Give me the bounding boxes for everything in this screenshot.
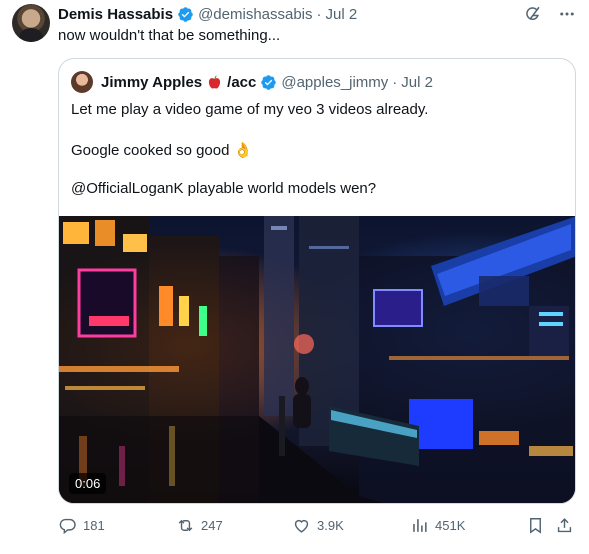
like-button[interactable]: 3.9K [292, 516, 344, 535]
views-button[interactable]: 451K [410, 516, 465, 535]
video-thumbnail [59, 216, 575, 503]
verified-icon [261, 74, 277, 90]
top-actions [523, 4, 577, 24]
tweet-header: Demis Hassabis @demishassabis · Jul 2 [58, 4, 357, 24]
video-duration: 0:06 [69, 473, 107, 494]
quote-author-handle: @apples_jimmy [281, 73, 389, 91]
grok-icon[interactable] [523, 4, 543, 24]
quote-author-name: Jimmy Apples [101, 73, 203, 91]
quote-author-avatar [71, 71, 93, 93]
tweet-text: now wouldn't that be something... [58, 27, 281, 44]
author-name[interactable]: Demis Hassabis [58, 6, 173, 23]
quote-text-line-2: Google cooked so good 👌 [71, 141, 252, 159]
views-icon [413, 519, 427, 532]
like-count: 3.9K [317, 518, 344, 533]
reply-button[interactable]: 181 [58, 516, 105, 535]
bookmark-icon [530, 518, 541, 534]
action-bar: 181 247 3.9K 451K [58, 516, 576, 538]
tweet-date[interactable]: Jul 2 [326, 6, 358, 23]
views-count: 451K [435, 518, 466, 533]
author-avatar[interactable] [12, 4, 50, 42]
bookmark-button[interactable] [526, 516, 545, 535]
separator-dot: · [392, 73, 398, 91]
tweet[interactable]: Demis Hassabis @demishassabis · Jul 2 no… [0, 0, 589, 554]
reply-count: 181 [83, 518, 105, 533]
quote-text-line-3: @OfficialLoganK playable world models we… [71, 180, 377, 197]
repost-icon [178, 519, 193, 532]
author-handle[interactable]: @demishassabis [198, 6, 312, 23]
share-icon [557, 518, 572, 533]
repost-button[interactable]: 247 [176, 516, 223, 535]
ok-hand-emoji: 👌 [233, 142, 253, 159]
quoted-tweet[interactable]: Jimmy Apples /acc @apples_jimmy · Jul 2 … [58, 58, 576, 504]
quote-text-line-1: Let me play a video game of my veo 3 vid… [71, 101, 429, 118]
quote-text-line-2-text: Google cooked so good [71, 142, 230, 159]
share-button[interactable] [555, 516, 574, 535]
verified-icon [178, 6, 193, 22]
separator-dot: · [316, 5, 322, 23]
quote-date: Jul 2 [401, 73, 433, 91]
video-player[interactable]: 0:06 [59, 216, 575, 503]
apple-icon [209, 74, 221, 89]
reply-icon [59, 518, 76, 535]
repost-count: 247 [201, 518, 223, 533]
quote-header: Jimmy Apples /acc @apples_jimmy · Jul 2 [71, 71, 433, 93]
quote-name-suffix: /acc [227, 73, 257, 91]
more-icon[interactable] [557, 4, 577, 24]
like-icon [294, 519, 309, 533]
